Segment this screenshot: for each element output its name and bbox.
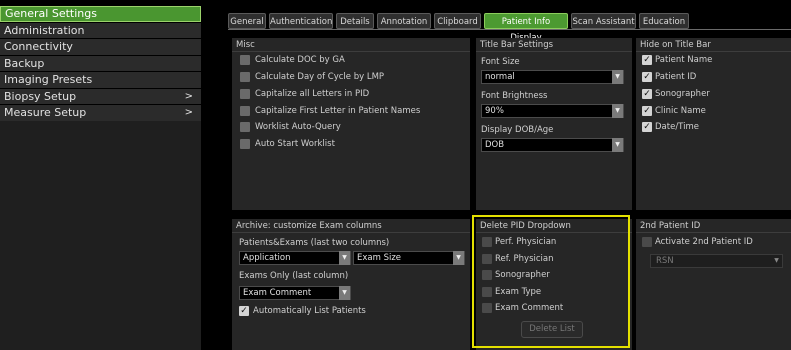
nav-item-backup[interactable]: Backup — [0, 55, 201, 71]
triangle-down-icon: ▼ — [339, 251, 350, 265]
sonographer-label: Sonographer — [655, 89, 710, 99]
font-size-label: Font Size — [481, 57, 520, 67]
tab-education[interactable]: Education — [639, 13, 689, 29]
tab-divider — [228, 29, 791, 30]
triangle-down-icon: ▼ — [339, 286, 350, 300]
highlight-box — [472, 215, 630, 348]
activate-second-pid-checkbox[interactable] — [642, 237, 652, 247]
font-size-value: normal — [485, 72, 515, 82]
archive-panel: Archive: customize Exam columns Patients… — [232, 219, 470, 350]
auto-list-patients-checkbox[interactable]: ✓ — [239, 306, 249, 316]
chevron-right-icon: > — [184, 107, 193, 118]
nav-item-label: Imaging Presets — [4, 73, 93, 86]
second-pid-select[interactable]: RSN ▼ — [650, 254, 783, 268]
sonographer-checkbox[interactable]: ✓ — [642, 89, 652, 99]
display-dob-label: Display DOB/Age — [481, 125, 554, 135]
nav-item-biopsy-setup[interactable]: Biopsy Setup > — [0, 88, 201, 104]
nav-item-label: Biopsy Setup — [4, 89, 77, 103]
hide-title-bar-panel: Hide on Title Bar ✓ Patient Name ✓ Patie… — [636, 38, 791, 210]
divider — [636, 51, 791, 52]
date-time-checkbox[interactable]: ✓ — [642, 122, 652, 132]
divider — [232, 232, 470, 233]
triangle-down-icon: ▼ — [612, 104, 623, 118]
tab-annotation[interactable]: Annotation — [377, 13, 431, 29]
divider — [636, 232, 791, 233]
exam-only-column-value: Exam Comment — [243, 288, 312, 298]
hide-title-bar-title: Hide on Title Bar — [640, 40, 711, 50]
worklist-query-checkbox[interactable] — [240, 122, 250, 132]
activate-second-pid-label: Activate 2nd Patient ID — [655, 237, 753, 247]
nav-item-measure-setup[interactable]: Measure Setup > — [0, 105, 201, 121]
second-pid-panel: 2nd Patient ID Activate 2nd Patient ID R… — [636, 219, 791, 350]
pe-column2-value: Exam Size — [357, 253, 402, 263]
nav-item-label: Backup — [4, 56, 45, 70]
font-brightness-label: Font Brightness — [481, 91, 548, 101]
misc-title: Misc — [236, 40, 255, 50]
clinic-name-checkbox[interactable]: ✓ — [642, 106, 652, 116]
second-pid-title: 2nd Patient ID — [640, 221, 701, 231]
exam-only-column-select[interactable]: Exam Comment ▼ — [239, 286, 351, 300]
patient-id-label: Patient ID — [655, 72, 697, 82]
auto-list-patients-label: Automatically List Patients — [253, 306, 366, 316]
triangle-down-icon: ▼ — [453, 251, 464, 265]
triangle-down-icon: ▼ — [774, 257, 779, 264]
exams-only-label: Exams Only (last column) — [239, 271, 349, 281]
font-brightness-value: 90% — [485, 106, 504, 116]
pe-column1-select[interactable]: Application ▼ — [239, 251, 351, 265]
divider — [476, 51, 632, 52]
calc-day-label: Calculate Day of Cycle by LMP — [255, 72, 385, 82]
pe-column2-select[interactable]: Exam Size ▼ — [353, 251, 465, 265]
title-bar-panel: Title Bar Settings Font Size normal ▼ Fo… — [476, 38, 632, 210]
worklist-query-label: Worklist Auto-Query — [255, 122, 341, 132]
tab-clipboard[interactable]: Clipboard — [434, 13, 481, 29]
date-time-label: Date/Time — [655, 122, 699, 132]
settings-nav: General Settings Administration Connecti… — [0, 6, 201, 122]
nav-item-general-settings[interactable]: General Settings — [0, 6, 201, 22]
font-brightness-select[interactable]: 90% ▼ — [481, 104, 624, 118]
pe-column1-value: Application — [243, 253, 291, 263]
divider — [232, 51, 470, 52]
triangle-down-icon: ▼ — [612, 138, 623, 152]
nav-empty-area — [0, 121, 201, 350]
capitalize-pid-checkbox[interactable] — [240, 89, 250, 99]
tab-details[interactable]: Details — [336, 13, 374, 29]
tab-general[interactable]: General — [228, 13, 266, 29]
calc-doc-checkbox[interactable] — [240, 55, 250, 65]
tab-scan-assistant[interactable]: Scan Assistant — [571, 13, 636, 29]
chevron-right-icon: > — [184, 90, 193, 102]
nav-item-label: Measure Setup — [4, 106, 87, 119]
patient-name-checkbox[interactable]: ✓ — [642, 55, 652, 65]
display-dob-select[interactable]: DOB ▼ — [481, 138, 624, 152]
auto-start-worklist-label: Auto Start Worklist — [255, 139, 335, 149]
nav-item-label: General Settings — [5, 7, 97, 20]
patient-id-checkbox[interactable]: ✓ — [642, 72, 652, 82]
patient-name-label: Patient Name — [655, 55, 713, 65]
display-dob-value: DOB — [485, 140, 505, 150]
clinic-name-label: Clinic Name — [655, 106, 706, 116]
nav-item-connectivity[interactable]: Connectivity — [0, 39, 201, 55]
tab-authentication[interactable]: Authentication — [269, 13, 333, 29]
capitalize-names-label: Capitalize First Letter in Patient Names — [255, 106, 421, 116]
nav-item-administration[interactable]: Administration — [0, 22, 201, 38]
capitalize-names-checkbox[interactable] — [240, 106, 250, 116]
nav-item-imaging-presets[interactable]: Imaging Presets — [0, 72, 201, 88]
calc-day-checkbox[interactable] — [240, 72, 250, 82]
tab-patient-info-display[interactable]: Patient Info Display — [484, 13, 568, 43]
archive-title: Archive: customize Exam columns — [236, 221, 382, 231]
font-size-select[interactable]: normal ▼ — [481, 70, 624, 84]
auto-start-worklist-checkbox[interactable] — [240, 139, 250, 149]
title-bar-title: Title Bar Settings — [480, 40, 554, 50]
capitalize-pid-label: Capitalize all Letters in PID — [255, 89, 370, 99]
patients-exams-label: Patients&Exams (last two columns) — [239, 238, 390, 248]
calc-doc-label: Calculate DOC by GA — [255, 55, 345, 65]
triangle-down-icon: ▼ — [612, 70, 623, 84]
nav-item-label: Connectivity — [4, 40, 73, 53]
misc-panel: Misc Calculate DOC by GA Calculate Day o… — [232, 38, 470, 210]
second-pid-value: RSN — [656, 256, 674, 266]
nav-item-label: Administration — [4, 23, 85, 37]
